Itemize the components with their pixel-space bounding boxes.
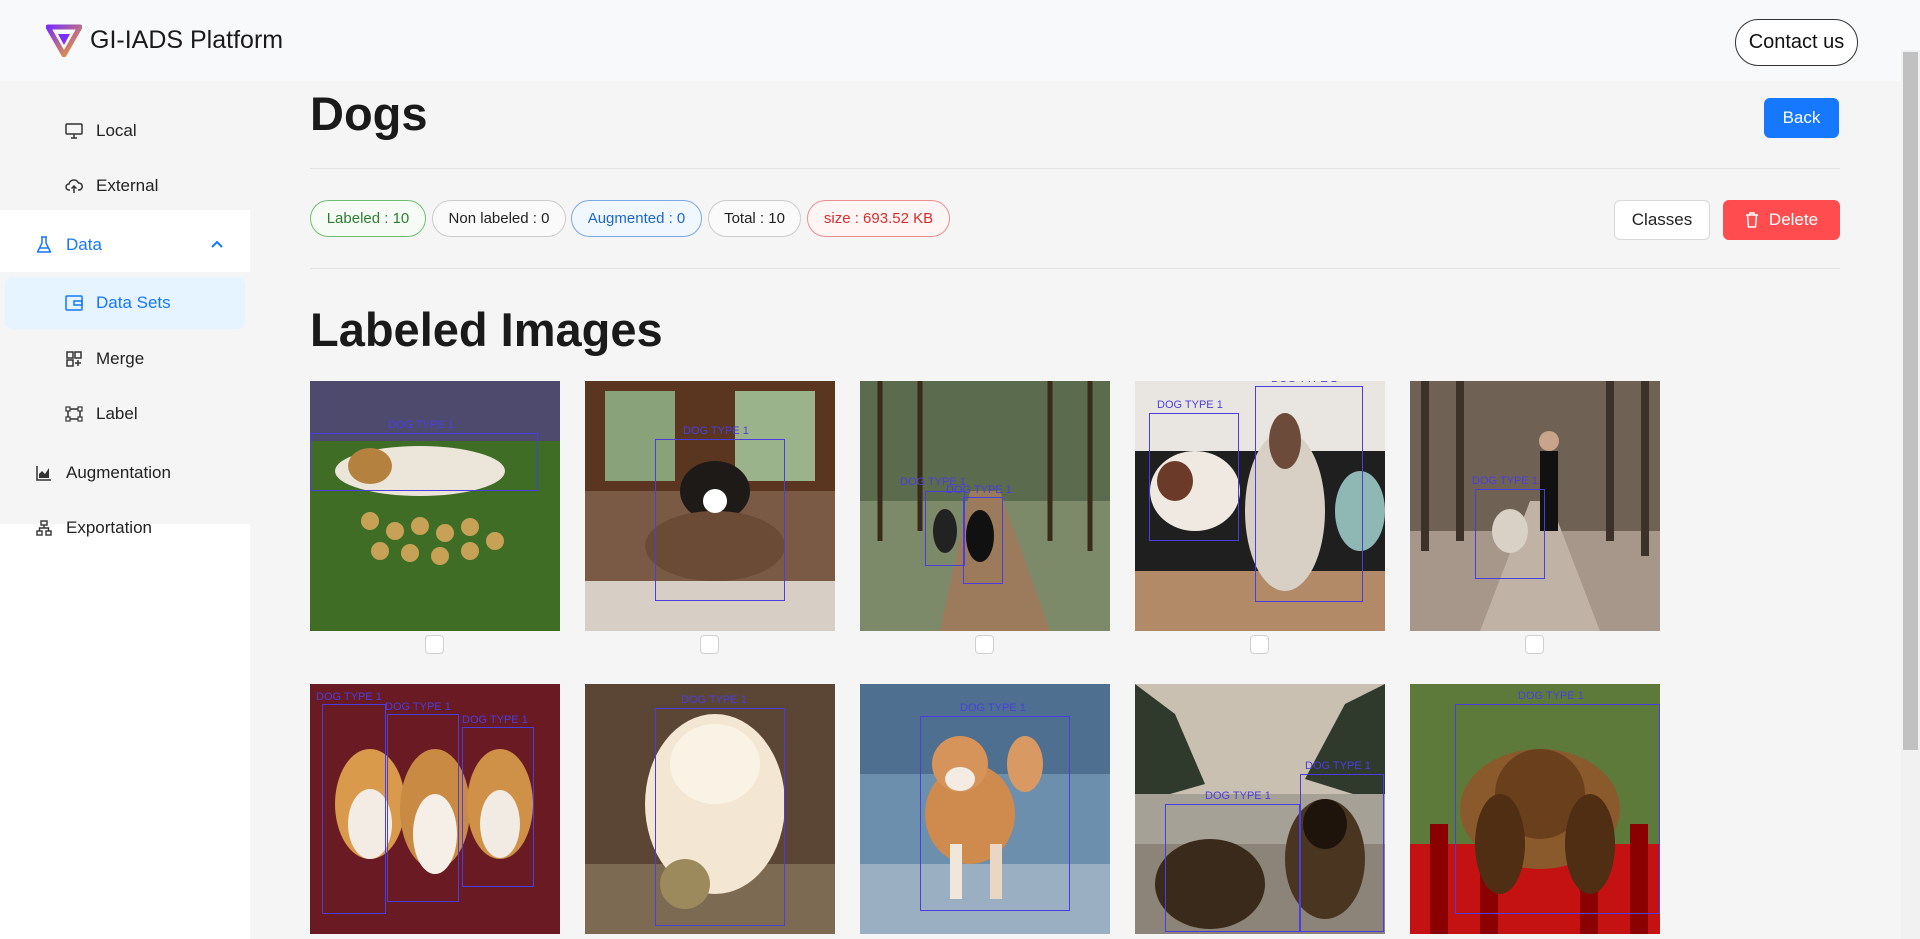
total-count-badge: Total : 10 bbox=[708, 200, 801, 237]
sidebar-item-local[interactable]: Local bbox=[64, 105, 137, 157]
image-select-checkbox[interactable] bbox=[975, 635, 994, 654]
delete-label: Delete bbox=[1768, 210, 1819, 229]
non-labeled-count-badge: Non labeled : 0 bbox=[432, 200, 566, 237]
bounding-box-label: DOG TYPE 1 bbox=[1518, 690, 1584, 702]
page-title: Dogs bbox=[310, 87, 428, 140]
sidebar-item-label: Augmentation bbox=[66, 463, 171, 482]
bounding-box-label: DOG TYPE 1 bbox=[385, 701, 451, 713]
bounding-box bbox=[963, 497, 1003, 584]
image-thumbnail[interactable]: DOG TYPE 1 bbox=[860, 684, 1110, 934]
bounding-box-label: DOG TYPE 1 bbox=[462, 714, 528, 726]
bounding-box bbox=[925, 491, 965, 566]
image-select-checkbox[interactable] bbox=[1525, 635, 1544, 654]
delete-button[interactable]: Delete bbox=[1723, 200, 1840, 240]
bounding-box bbox=[310, 433, 538, 491]
sidebar-item-external[interactable]: External bbox=[64, 160, 158, 212]
flask-icon bbox=[34, 235, 54, 255]
monitor-icon bbox=[64, 121, 84, 141]
bounding-box-label: DOG TYPE 1 bbox=[683, 425, 749, 437]
image-thumbnail[interactable]: DOG TYPE 1 bbox=[1410, 684, 1660, 934]
bounding-box-label: DOG TYPE 1 bbox=[1472, 475, 1538, 487]
sidebar-item-augmentation[interactable]: Augmentation bbox=[34, 447, 171, 499]
bounding-box bbox=[387, 714, 459, 902]
classes-button[interactable]: Classes bbox=[1614, 200, 1710, 240]
bounding-box bbox=[1149, 413, 1239, 541]
image-thumbnail[interactable]: DOG TYPE 1 DOG TYPE 1 bbox=[1135, 684, 1385, 934]
bounding-box-label: DOG TYPE 1 bbox=[946, 484, 1012, 496]
bounding-box-label: DOG TYPE 1 bbox=[681, 694, 747, 706]
sidebar-item-label: Data bbox=[66, 235, 102, 254]
size-badge: size : 693.52 KB bbox=[807, 200, 950, 237]
bounding-box bbox=[655, 708, 785, 926]
sidebar-item-data-sets[interactable]: Data Sets bbox=[5, 277, 245, 329]
sidebar-item-merge[interactable]: Merge bbox=[64, 333, 144, 385]
image-thumbnail[interactable]: DOG TYPE 1 bbox=[1410, 381, 1660, 631]
merge-icon bbox=[64, 349, 84, 369]
wallet-icon bbox=[64, 293, 84, 313]
bounding-box-label: DOG TYPE 1 bbox=[960, 702, 1026, 714]
bounding-box bbox=[462, 727, 534, 887]
hierarchy-icon bbox=[34, 518, 54, 538]
chevron-up-icon bbox=[211, 240, 223, 248]
sidebar-item-label: Exportation bbox=[66, 518, 152, 537]
bounding-box bbox=[1255, 386, 1363, 602]
section-title: Labeled Images bbox=[310, 303, 663, 356]
bounding-box-label: DOG TYPE 1 bbox=[1205, 790, 1271, 802]
sidebar-item-label: Merge bbox=[96, 349, 145, 368]
sidebar-item-exportation[interactable]: Exportation bbox=[34, 502, 152, 554]
chart-icon bbox=[34, 463, 54, 483]
sidebar: Local External Data Data Sets Merge Labe… bbox=[0, 81, 250, 939]
trash-icon bbox=[1745, 212, 1759, 228]
bounding-box bbox=[1165, 804, 1300, 932]
bounding-box-label: DOG TYPE 1 bbox=[316, 691, 382, 703]
image-thumbnail[interactable]: DOG TYPE 1 DOG TYPE 1 DOG TYPE 1 bbox=[310, 684, 560, 934]
contact-us-button[interactable]: Contact us bbox=[1735, 19, 1858, 66]
image-thumbnail[interactable]: DOG TYPE 1 bbox=[310, 381, 560, 631]
sidebar-item-label: Local bbox=[96, 121, 137, 140]
image-select-checkbox[interactable] bbox=[1250, 635, 1269, 654]
sidebar-item-label: Data Sets bbox=[96, 293, 171, 312]
sidebar-item-data[interactable]: Data bbox=[34, 219, 234, 271]
sidebar-item-label[interactable]: Label bbox=[64, 388, 138, 440]
bounding-box-label: DOG TYPE 1 bbox=[1157, 399, 1223, 411]
image-select-checkbox[interactable] bbox=[700, 635, 719, 654]
bounding-box-label: DOG TYPE 1 bbox=[1305, 760, 1371, 772]
image-thumbnail[interactable]: DOG TYPE 1 DOG TYPE 1 bbox=[860, 381, 1110, 631]
image-thumbnail[interactable]: DOG TYPE 1 DOG TYPE 1 bbox=[1135, 381, 1385, 631]
top-bar: GI-IADS Platform Contact us bbox=[0, 0, 1920, 81]
bounding-box bbox=[1300, 774, 1384, 932]
sidebar-item-text: Label bbox=[96, 404, 138, 423]
divider bbox=[310, 268, 1840, 269]
logo-icon bbox=[46, 24, 82, 57]
bounding-box-label: DOG TYPE 1 bbox=[1271, 381, 1337, 385]
bounding-box-label: DOG TYPE 1 bbox=[388, 419, 454, 431]
bounding-box bbox=[322, 704, 386, 914]
image-select-checkbox[interactable] bbox=[425, 635, 444, 654]
bounding-box bbox=[1475, 489, 1545, 579]
divider bbox=[310, 168, 1840, 169]
app-title: GI-IADS Platform bbox=[90, 26, 284, 54]
image-thumbnail[interactable]: DOG TYPE 1 bbox=[585, 381, 835, 631]
scrollbar-thumb[interactable] bbox=[1903, 52, 1918, 750]
cloud-upload-icon bbox=[64, 176, 84, 196]
bounding-box bbox=[655, 439, 785, 601]
sidebar-item-label: External bbox=[96, 176, 159, 195]
bounding-box-icon bbox=[64, 404, 84, 424]
labeled-count-badge: Labeled : 10 bbox=[310, 200, 426, 237]
bounding-box bbox=[1455, 704, 1660, 914]
bounding-box bbox=[920, 716, 1070, 911]
image-thumbnail[interactable]: DOG TYPE 1 bbox=[585, 684, 835, 934]
augmented-count-badge: Augmented : 0 bbox=[571, 200, 702, 237]
back-button[interactable]: Back bbox=[1764, 98, 1839, 138]
